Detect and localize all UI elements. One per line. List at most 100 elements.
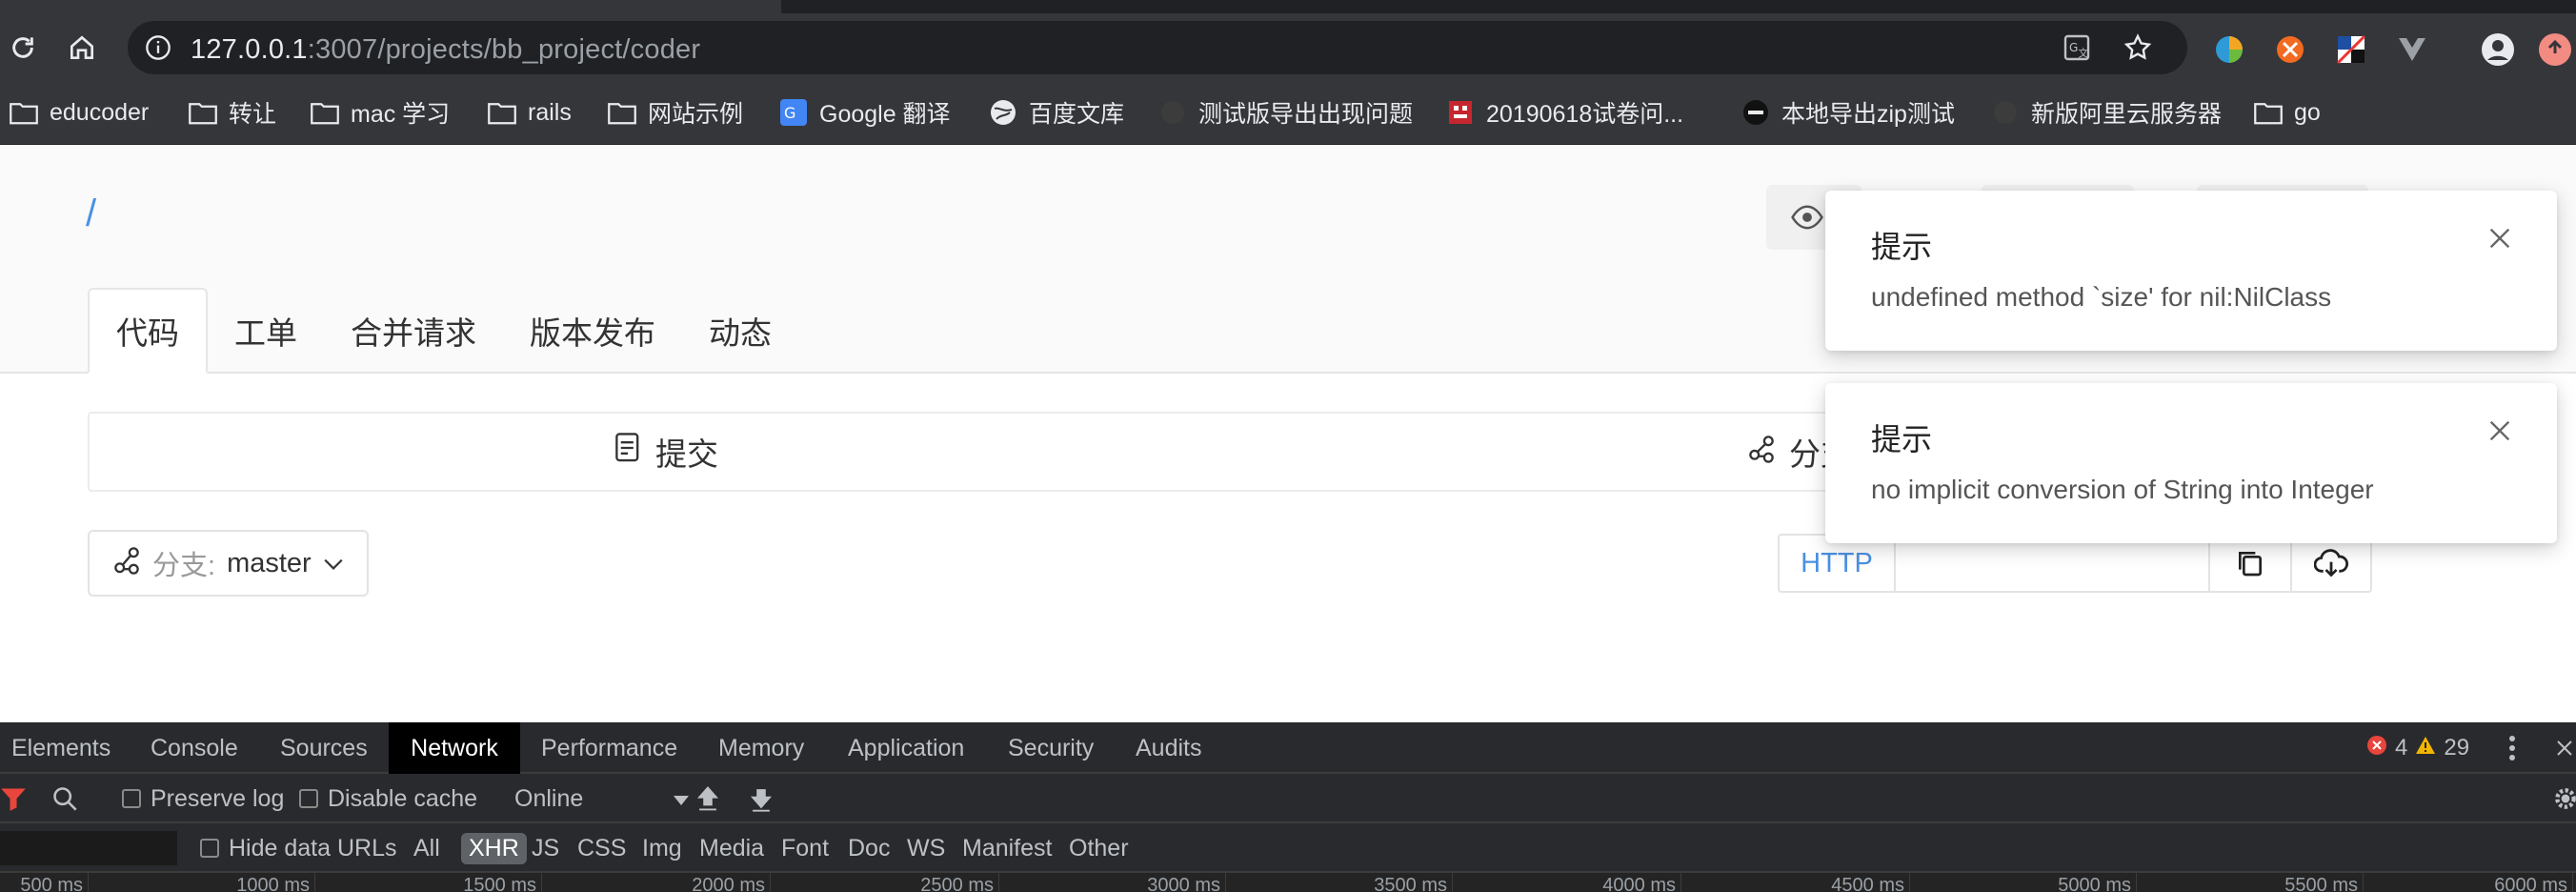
folder-icon	[608, 98, 636, 127]
devtools-tab-performance[interactable]: Performance	[541, 722, 677, 774]
filter-js[interactable]: JS	[532, 823, 559, 873]
extension-colorful-icon[interactable]	[2212, 32, 2246, 67]
devtools-tab-network[interactable]: Network	[389, 722, 520, 774]
preserve-log-checkbox[interactable]: Preserve log	[122, 774, 284, 823]
folder-icon	[488, 98, 516, 127]
active-tab-edge[interactable]	[0, 0, 781, 13]
bookmark-baidu-wenku[interactable]: 百度文库	[989, 95, 1124, 130]
cloud-download-icon[interactable]	[2290, 536, 2370, 591]
bookmark-aliyun-server[interactable]: 新版阿里云服务器	[1991, 95, 2222, 130]
filter-funnel-icon[interactable]	[0, 774, 27, 823]
filter-xhr[interactable]: XHR	[461, 823, 527, 873]
google-translate-icon: G	[779, 98, 808, 127]
hide-data-urls-checkbox[interactable]: Hide data URLs	[200, 823, 396, 873]
clone-url-input[interactable]	[1896, 536, 2210, 591]
filter-all[interactable]: All	[413, 823, 440, 873]
bookmark-exam-issue[interactable]: 20190618试卷问...	[1446, 95, 1683, 130]
filter-media[interactable]: Media	[699, 823, 764, 873]
folder-icon	[189, 98, 217, 127]
devtools-tab-memory[interactable]: Memory	[718, 722, 804, 774]
devtools-tab-application[interactable]: Application	[848, 722, 964, 774]
filter-ws[interactable]: WS	[907, 823, 945, 873]
bookmark-site-examples[interactable]: 网站示例	[608, 95, 743, 130]
tab-issues[interactable]: 工单	[208, 288, 324, 374]
svg-text:文: 文	[2078, 47, 2088, 59]
devtools-panel: Elements Console Sources Network Perform…	[0, 722, 2576, 892]
clone-protocol-http[interactable]: HTTP	[1780, 536, 1896, 591]
update-badge-icon[interactable]	[2538, 32, 2572, 67]
extension-orange-icon[interactable]	[2273, 32, 2307, 67]
tab-activity[interactable]: 动态	[682, 288, 798, 374]
branch-value: master	[227, 547, 312, 578]
extension-pattern-icon[interactable]	[2334, 32, 2368, 67]
copy-icon[interactable]	[2210, 536, 2290, 591]
more-options-icon[interactable]	[2507, 722, 2517, 774]
notification-error-1: 提示 undefined method `size' for nil:NilCl…	[1825, 191, 2557, 351]
close-icon[interactable]	[2485, 416, 2515, 446]
warning-icon	[2415, 735, 2436, 762]
commits-stat[interactable]: 提交	[614, 414, 718, 490]
filter-font[interactable]: Font	[781, 823, 829, 873]
bookmark-educoder[interactable]: educoder	[10, 95, 149, 130]
dark-favicon	[1741, 98, 1770, 127]
reload-icon[interactable]	[4, 29, 42, 67]
filter-css[interactable]: CSS	[577, 823, 626, 873]
network-filter-bar: Hide data URLs All XHR JS CSS Img Media …	[0, 823, 2576, 873]
site-info-icon[interactable]	[145, 34, 171, 66]
network-settings-gear-icon[interactable]	[2553, 774, 2576, 823]
timeline-tick: 2000 ms	[692, 873, 771, 892]
bookmark-rails[interactable]: rails	[488, 95, 572, 130]
extension-vue-icon[interactable]	[2395, 32, 2429, 67]
close-devtools-icon[interactable]	[2555, 722, 2574, 774]
bookmark-local-export-zip[interactable]: 本地导出zip测试	[1741, 95, 1955, 130]
url-text[interactable]: 127.0.0.1:3007/projects/bb_project/coder	[191, 34, 700, 66]
bookmark-transfer[interactable]: 转让	[189, 95, 276, 130]
branch-icon	[1747, 433, 1776, 471]
notification-title: 提示	[1871, 230, 1933, 264]
filter-manifest[interactable]: Manifest	[962, 823, 1052, 873]
filter-input[interactable]	[0, 831, 177, 865]
timeline-tick: 500 ms	[20, 873, 89, 892]
chevron-down-icon	[323, 548, 344, 579]
bookmark-mac-study[interactable]: mac 学习	[311, 95, 450, 130]
red-favicon	[1446, 98, 1475, 127]
home-icon[interactable]	[63, 29, 101, 67]
filter-img[interactable]: Img	[642, 823, 682, 873]
disable-cache-checkbox[interactable]: Disable cache	[299, 774, 477, 823]
tab-releases[interactable]: 版本发布	[503, 288, 682, 374]
profile-avatar-icon[interactable]	[2481, 32, 2515, 67]
import-har-icon[interactable]	[695, 774, 720, 823]
bookmark-test-export-issue[interactable]: 测试版导出出现问题	[1158, 95, 1413, 130]
branch-selector[interactable]: 分支: master	[88, 530, 369, 597]
translate-icon[interactable]: G文	[2062, 32, 2092, 68]
tab-pull-requests[interactable]: 合并请求	[324, 288, 503, 374]
devtools-tab-security[interactable]: Security	[1008, 722, 1094, 774]
timeline-tick: 1500 ms	[463, 873, 542, 892]
branch-icon	[112, 544, 141, 582]
devtools-tab-elements[interactable]: Elements	[11, 722, 111, 774]
bookmark-google-translate[interactable]: G Google 翻译	[779, 95, 951, 130]
breadcrumb[interactable]: /	[86, 193, 96, 235]
address-bar[interactable]: 127.0.0.1:3007/projects/bb_project/coder…	[128, 21, 2187, 74]
devtools-tab-sources[interactable]: Sources	[280, 722, 368, 774]
search-icon[interactable]	[51, 774, 78, 823]
devtools-tab-console[interactable]: Console	[151, 722, 238, 774]
filter-doc[interactable]: Doc	[848, 823, 890, 873]
commit-list-icon	[614, 433, 642, 471]
timeline-tick: 4000 ms	[1602, 873, 1681, 892]
folder-icon	[2254, 98, 2283, 127]
network-timeline-ruler: 500 ms 1000 ms 1500 ms 2000 ms 2500 ms 3…	[0, 873, 2576, 892]
page-icon	[1158, 98, 1187, 127]
bookmark-star-icon[interactable]	[2123, 32, 2153, 68]
tab-strip	[0, 0, 2576, 13]
throttling-select[interactable]: Online	[514, 774, 690, 823]
filter-other[interactable]: Other	[1069, 823, 1129, 873]
close-icon[interactable]	[2485, 223, 2515, 253]
bookmark-go[interactable]: go	[2254, 95, 2321, 130]
tab-code[interactable]: 代码	[88, 288, 208, 374]
bookmarks-bar: educoder 转让 mac 学习 rails 网站示例 G Google 翻译…	[0, 82, 2576, 145]
svg-text:G: G	[2069, 41, 2078, 54]
devtools-tab-audits[interactable]: Audits	[1136, 722, 1201, 774]
console-badges[interactable]: 4 29	[2366, 722, 2469, 774]
export-har-icon[interactable]	[749, 774, 774, 823]
